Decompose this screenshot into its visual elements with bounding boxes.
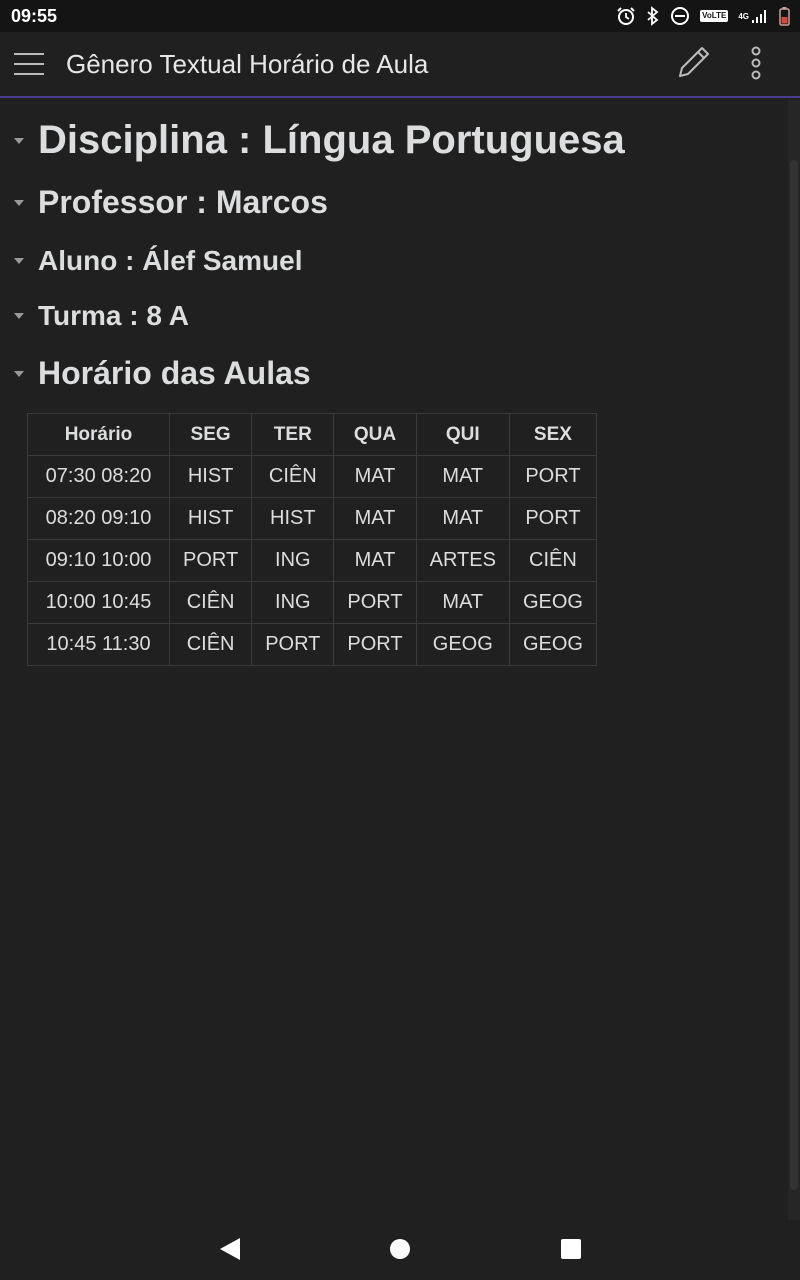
table-header-cell: Horário	[27, 413, 170, 456]
heading-schedule: Horário das Aulas	[0, 355, 311, 392]
table-cell: PORT	[168, 539, 253, 582]
table-header-cell: QUA	[333, 413, 417, 456]
dnd-icon	[671, 7, 690, 25]
table-cell: CIÊN	[168, 581, 253, 624]
collapse-caret-icon[interactable]	[0, 312, 38, 320]
table-header-cell: SEG	[168, 413, 253, 456]
table-cell: MAT	[333, 455, 417, 498]
system-nav-bar	[0, 1220, 800, 1280]
table-cell: CIÊN	[251, 455, 335, 498]
volte-icon: VoLTE	[700, 10, 729, 22]
table-cell: 09:10 10:00	[27, 539, 170, 582]
status-icons: VoLTE 4G	[616, 5, 790, 27]
status-time: 09:55	[11, 6, 58, 26]
table-cell: MAT	[333, 539, 417, 582]
schedule-table: Horário SEG TER QUA QUI SEX 07:30 08:20 …	[27, 413, 597, 666]
table-cell: 07:30 08:20	[27, 455, 170, 498]
table-header-cell: QUI	[415, 413, 510, 456]
table-cell: HIST	[251, 497, 335, 540]
alarm-icon	[617, 7, 635, 25]
heading-teacher-text: Professor : Marcos	[38, 184, 328, 220]
app-title: Gênero Textual Horário de Aula	[66, 49, 429, 79]
table-cell: HIST	[168, 455, 253, 498]
table-cell: PORT	[251, 623, 335, 666]
heading-class-text: Turma : 8 A	[38, 300, 189, 331]
table-cell: PORT	[333, 623, 417, 666]
status-bar: 09:55 VoLTE 4G	[0, 0, 800, 32]
table-cell: MAT	[415, 455, 510, 498]
note-content[interactable]: Disciplina : Língua Portuguesa Professor…	[0, 100, 788, 1220]
collapse-caret-icon[interactable]	[0, 137, 38, 145]
heading-student-text: Aluno : Álef Samuel	[38, 245, 303, 276]
more-vertical-icon[interactable]	[740, 44, 772, 82]
table-cell: CIÊN	[168, 623, 253, 666]
table-cell: CIÊN	[508, 539, 597, 582]
hamburger-menu-icon[interactable]	[14, 52, 44, 76]
table-row: 08:20 09:10 HIST HIST MAT MAT PORT	[27, 497, 597, 540]
signal-icon	[752, 10, 766, 23]
collapse-caret-icon[interactable]	[0, 257, 38, 265]
table-cell: PORT	[333, 581, 417, 624]
collapse-caret-icon[interactable]	[0, 199, 38, 207]
table-header-cell: TER	[251, 413, 335, 456]
scrollbar-thumb[interactable]	[790, 160, 798, 1190]
app-bar: Gênero Textual Horário de Aula	[0, 32, 800, 98]
table-cell: PORT	[508, 455, 597, 498]
table-cell: MAT	[415, 581, 510, 624]
collapse-caret-icon[interactable]	[0, 370, 38, 378]
battery-icon	[779, 7, 790, 26]
table-cell: GEOG	[508, 581, 597, 624]
table-cell: ING	[251, 581, 335, 624]
pencil-edit-icon[interactable]	[674, 44, 712, 82]
table-row: 09:10 10:00 PORT ING MAT ARTES CIÊN	[27, 539, 597, 582]
table-row: 07:30 08:20 HIST CIÊN MAT MAT PORT	[27, 455, 597, 498]
table-cell: GEOG	[415, 623, 510, 666]
table-cell: 10:45 11:30	[27, 623, 170, 666]
table-header-cell: SEX	[508, 413, 597, 456]
table-cell: ARTES	[415, 539, 510, 582]
table-cell: 10:00 10:45	[27, 581, 170, 624]
heading-student: Aluno : Álef Samuel	[0, 245, 302, 277]
table-row: 10:45 11:30 CIÊN PORT PORT GEOG GEOG	[27, 623, 597, 666]
table-cell: GEOG	[508, 623, 597, 666]
network-type-label: 4G	[738, 11, 749, 21]
heading-class: Turma : 8 A	[0, 300, 189, 332]
recents-square-icon[interactable]	[560, 1238, 582, 1260]
home-circle-icon[interactable]	[389, 1238, 411, 1260]
table-cell: 08:20 09:10	[27, 497, 170, 540]
table-cell: MAT	[333, 497, 417, 540]
table-cell: PORT	[508, 497, 597, 540]
heading-discipline: Disciplina : Língua Portuguesa	[0, 118, 625, 163]
table-row: 10:00 10:45 CIÊN ING PORT MAT GEOG	[27, 581, 597, 624]
scrollbar[interactable]	[788, 100, 800, 1220]
heading-schedule-text: Horário das Aulas	[38, 355, 311, 391]
table-cell: HIST	[168, 497, 253, 540]
heading-teacher: Professor : Marcos	[0, 184, 328, 221]
bluetooth-icon	[647, 6, 659, 26]
back-triangle-icon[interactable]	[218, 1236, 242, 1262]
table-header-row: Horário SEG TER QUA QUI SEX	[27, 413, 597, 456]
table-cell: ING	[251, 539, 335, 582]
table-cell: MAT	[415, 497, 510, 540]
heading-discipline-text: Disciplina : Língua Portuguesa	[38, 118, 625, 162]
